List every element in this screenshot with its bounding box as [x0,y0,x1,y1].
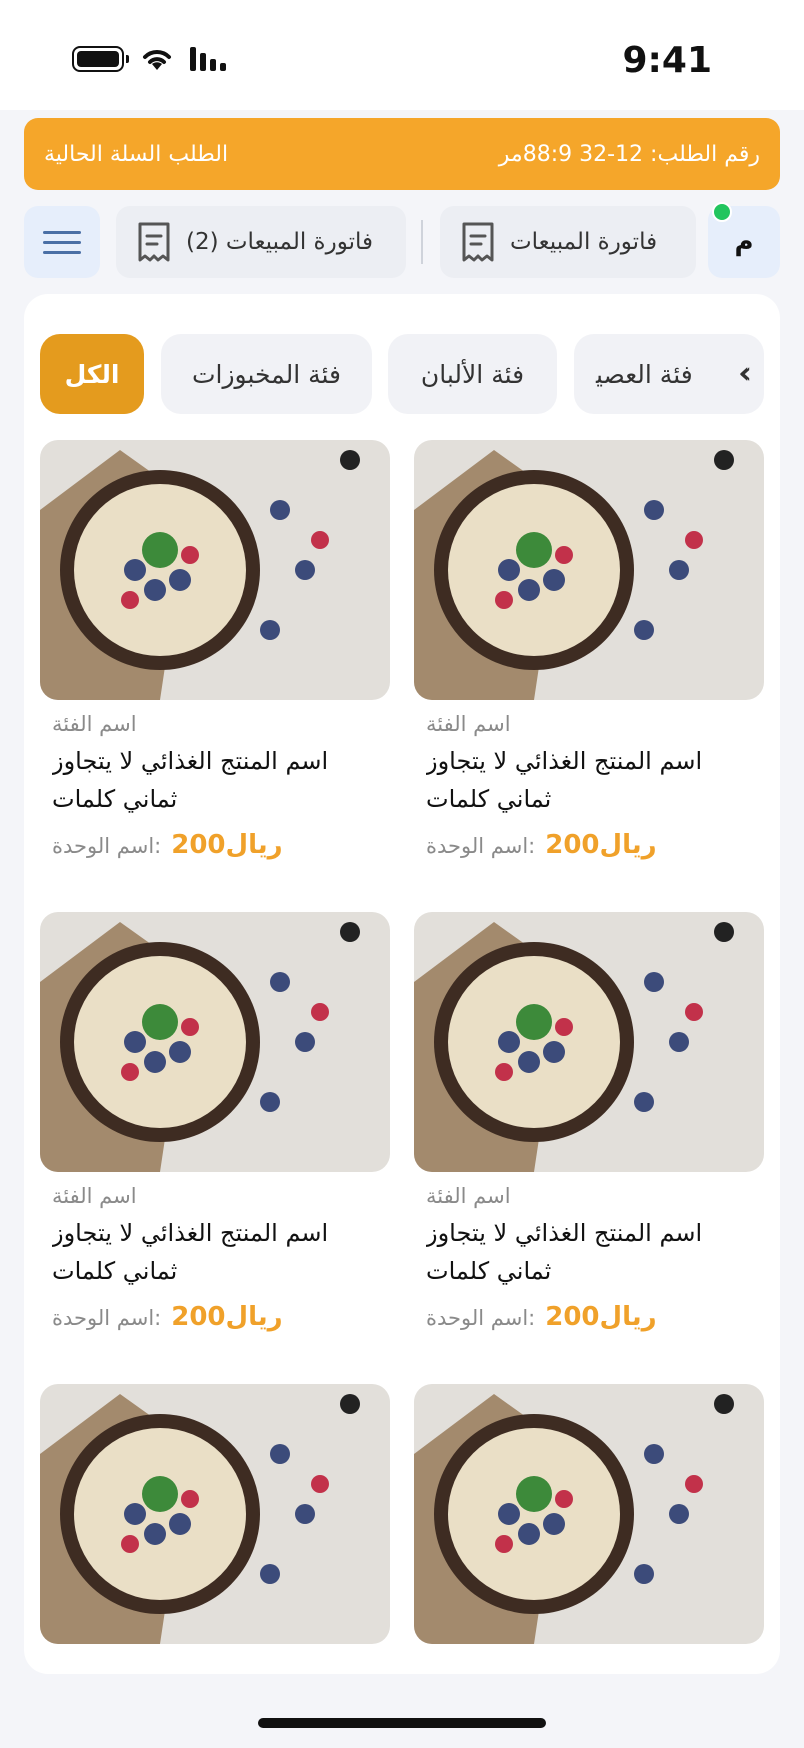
product-info: ﺍﺳﻢ ﺍﻟﻔﺌﺔ ﺍﺳﻢ ﺍﻟﻤﻨﺘﺞ ﺍﻟﻐﺬﺍﺋﻲ ﻻ ﻳﺘﺠﺎﻭﺯ ﺛﻤ… [426,712,752,860]
product-unit: ﺍﺳﻢ ﺍﻟﻮﺣﺪﺓ: [52,1306,162,1330]
product-card[interactable]: ﺍﺳﻢ ﺍﻟﻔﺌﺔ ﺍﺳﻢ ﺍﻟﻤﻨﺘﺞ ﺍﻟﻐﺬﺍﺋﻲ ﻻ ﻳﺘﺠﺎﻭﺯ ﺛﻤ… [414,912,764,1352]
product-info: ﺍﺳﻢ ﺍﻟﻔﺌﺔ ﺍﺳﻢ ﺍﻟﻤﻨﺘﺞ ﺍﻟﻐﺬﺍﺋﻲ ﻻ ﻳﺘﺠﺎﻭﺯ ﺛﻤ… [52,712,378,860]
product-image [414,440,764,700]
home-indicator[interactable] [258,1718,546,1728]
receipt-icon [462,222,494,262]
main-page: ﺍﻟﻄﻠﺐ ﺍﻟﺴﻠﺔ ﺍﻟﺤﺎﻟﻴﺔ ﺭﻗﻢ ﺍﻟﻄﻠﺐ: 12-32 88:… [0,110,804,1704]
products-panel: ﺍﻟﻜﻞ ﻓﺌﺔ ﺍﻟﻤﺨﺒﻮﺯﺍﺕ ﻓﺌﺔ ﺍﻷﻟﺒﺎﻥ ﻓﺌﺔ ﺍﻟﻌﺼﻴ … [24,294,780,1674]
status-time: 9:41 [622,40,712,81]
product-info: ﺍﺳﻢ ﺍﻟﻔﺌﺔ ﺍﺳﻢ ﺍﻟﻤﻨﺘﺞ ﺍﻟﻐﺬﺍﺋﻲ ﻻ ﻳﺘﺠﺎﻭﺯ ﺛﻤ… [52,1184,378,1332]
product-unit: ﺍﺳﻢ ﺍﻟﻮﺣﺪﺓ: [426,834,536,858]
sales-invoice-tab-1[interactable]: ﻓﺎﺗﻮﺭﺓ ﺍﻟﻤﺒﻴﻌﺎﺕ [440,206,696,278]
pill-label: ﻓﺎﺗﻮﺭﺓ ﺍﻟﻤﺒﻴﻌﺎﺕ [510,229,658,255]
product-card[interactable]: ﺍﺳﻢ ﺍﻟﻔﺌﺔ ﺍﺳﻢ ﺍﻟﻤﻨﺘﺞ ﺍﻟﻐﺬﺍﺋﻲ ﻻ ﻳﺘﺠﺎﻭﺯ ﺛﻤ… [40,912,390,1352]
product-card[interactable] [414,1384,764,1644]
product-price-row: ﺍﺳﻢ ﺍﻟﻮﺣﺪﺓ: 200ﺭﻳﺎﻝ [426,830,752,860]
product-price-row: ﺍﺳﻢ ﺍﻟﻮﺣﺪﺓ: 200ﺭﻳﺎﻝ [52,1302,378,1332]
product-image [40,912,390,1172]
product-unit: ﺍﺳﻢ ﺍﻟﻮﺣﺪﺓ: [426,1306,536,1330]
product-title: ﺍﺳﻢ ﺍﻟﻤﻨﺘﺞ ﺍﻟﻐﺬﺍﺋﻲ ﻻ ﻳﺘﺠﺎﻭﺯ ﺛﻤﺎﻧﻲ ﻛﻠﻤﺎﺕ [52,1219,329,1285]
user-avatar-button[interactable]: ﻡ [708,202,780,278]
product-price: 200ﺭﻳﺎﻝ [545,1302,657,1332]
product-unit: ﺍﺳﻢ ﺍﻟﻮﺣﺪﺓ: [52,834,162,858]
category-tab-juice[interactable]: ﻓﺌﺔ ﺍﻟﻌﺼﻴ ‹‹ [574,334,764,414]
category-tabs: ﺍﻟﻜﻞ ﻓﺌﺔ ﺍﻟﻤﺨﺒﻮﺯﺍﺕ ﻓﺌﺔ ﺍﻷﻟﺒﺎﻥ ﻓﺌﺔ ﺍﻟﻌﺼﻴ … [40,334,764,414]
online-status-dot [712,202,732,222]
category-tab-bakery[interactable]: ﻓﺌﺔ ﺍﻟﻤﺨﺒﻮﺯﺍﺕ [161,334,372,414]
product-info: ﺍﺳﻢ ﺍﻟﻔﺌﺔ ﺍﺳﻢ ﺍﻟﻤﻨﺘﺞ ﺍﻟﻐﺬﺍﺋﻲ ﻻ ﻳﺘﺠﺎﻭﺯ ﺛﻤ… [426,1184,752,1332]
product-card[interactable] [40,1384,390,1644]
product-category: ﺍﺳﻢ ﺍﻟﻔﺌﺔ [52,1184,137,1208]
product-price-row: ﺍﺳﻢ ﺍﻟﻮﺣﺪﺓ: 200ﺭﻳﺎﻝ [52,830,378,860]
product-title: ﺍﺳﻢ ﺍﻟﻤﻨﺘﺞ ﺍﻟﻐﺬﺍﺋﻲ ﻻ ﻳﺘﺠﺎﻭﺯ ﺛﻤﺎﻧﻲ ﻛﻠﻤﺎﺕ [426,747,703,813]
cellular-signal-icon [190,47,226,71]
hamburger-icon [43,230,81,234]
product-price: 200ﺭﻳﺎﻝ [171,830,283,860]
product-category: ﺍﺳﻢ ﺍﻟﻔﺌﺔ [52,712,137,736]
pill-label: ﻓﺎﺗﻮﺭﺓ ﺍﻟﻤﺒﻴﻌﺎﺕ (2) [186,229,373,255]
product-card[interactable]: ﺍﺳﻢ ﺍﻟﻔﺌﺔ ﺍﺳﻢ ﺍﻟﻤﻨﺘﺞ ﺍﻟﻐﺬﺍﺋﻲ ﻻ ﻳﺘﺠﺎﻭﺯ ﺛﻤ… [40,440,390,880]
product-category: ﺍﺳﻢ ﺍﻟﻔﺌﺔ [426,1184,511,1208]
product-price-row: ﺍﺳﻢ ﺍﻟﻮﺣﺪﺓ: 200ﺭﻳﺎﻝ [426,1302,752,1332]
product-image [414,912,764,1172]
status-icons [72,46,226,72]
status-bar: 9:41 [0,0,804,110]
category-tab-all[interactable]: ﺍﻟﻜﻞ [40,334,144,414]
product-title: ﺍﺳﻢ ﺍﻟﻤﻨﺘﺞ ﺍﻟﻐﺬﺍﺋﻲ ﻻ ﻳﺘﺠﺎﻭﺯ ﺛﻤﺎﻧﻲ ﻛﻠﻤﺎﺕ [426,1219,703,1285]
order-number: ﺭﻗﻢ ﺍﻟﻄﻠﺐ: 12-32 88:9ﻣﺮ [498,141,760,167]
category-tab-dairy[interactable]: ﻓﺌﺔ ﺍﻷﻟﺒﺎﻥ [388,334,557,414]
product-price: 200ﺭﻳﺎﻝ [545,830,657,860]
banner-title: ﺍﻟﻄﻠﺐ ﺍﻟﺴﻠﺔ ﺍﻟﺤﺎﻟﻴﺔ [44,141,229,167]
receipt-icon [138,222,170,262]
product-image [40,440,390,700]
order-banner[interactable]: ﺍﻟﻄﻠﺐ ﺍﻟﺴﻠﺔ ﺍﻟﺤﺎﻟﻴﺔ ﺭﻗﻢ ﺍﻟﻄﻠﺐ: 12-32 88:… [24,118,780,190]
product-image [40,1384,390,1644]
header-row: ﻓﺎﺗﻮﺭﺓ ﺍﻟﻤﺒﻴﻌﺎﺕ (2) ﻓﺎﺗﻮﺭﺓ ﺍﻟﻤﺒﻴﻌﺎﺕ ﻡ [24,202,780,278]
user-initial: ﻡ [734,227,754,257]
menu-button[interactable] [24,206,100,278]
sales-invoice-tab-2[interactable]: ﻓﺎﺗﻮﺭﺓ ﺍﻟﻤﺒﻴﻌﺎﺕ (2) [116,206,406,278]
product-price: 200ﺭﻳﺎﻝ [171,1302,283,1332]
product-image [414,1384,764,1644]
product-category: ﺍﺳﻢ ﺍﻟﻔﺌﺔ [426,712,511,736]
product-title: ﺍﺳﻢ ﺍﻟﻤﻨﺘﺞ ﺍﻟﻐﺬﺍﺋﻲ ﻻ ﻳﺘﺠﺎﻭﺯ ﺛﻤﺎﻧﻲ ﻛﻠﻤﺎﺕ [52,747,329,813]
header-divider [421,220,423,264]
product-card[interactable]: ﺍﺳﻢ ﺍﻟﻔﺌﺔ ﺍﺳﻢ ﺍﻟﻤﻨﺘﺞ ﺍﻟﻐﺬﺍﺋﻲ ﻻ ﻳﺘﺠﺎﻭﺯ ﺛﻤ… [414,440,764,880]
battery-icon [72,46,129,72]
chevron-double-left-icon[interactable]: ‹‹ [738,356,752,391]
wifi-icon [143,50,171,70]
